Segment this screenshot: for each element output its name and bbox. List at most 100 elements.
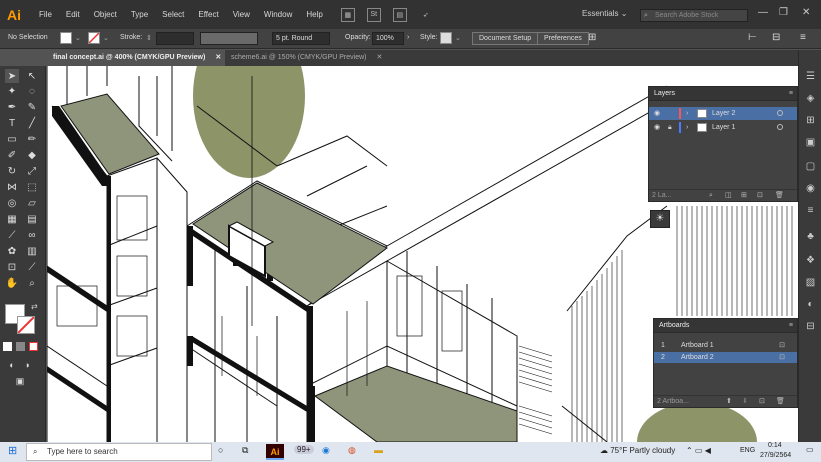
system-tray-icons[interactable]: ⌃ ▭ ◀ [686, 446, 711, 455]
move-up-icon[interactable]: ⬆ [726, 396, 732, 408]
transform-dock-icon[interactable]: ▢ [804, 160, 817, 173]
expand-layer-icon[interactable]: › [686, 107, 688, 120]
artboard-name[interactable]: Artboard 2 [681, 352, 714, 363]
screen-mode-icon[interactable]: ▣ [13, 374, 27, 388]
panel-menu-icon[interactable]: ≡ [789, 319, 793, 333]
zoom-tool-icon[interactable]: ⌕ [25, 276, 39, 290]
rotate-tool-icon[interactable]: ↻ [5, 164, 19, 178]
create-layer-icon[interactable]: ⊡ [757, 190, 763, 202]
arrange-documents-icon[interactable]: ▤ [392, 7, 407, 22]
preferences-button[interactable]: Preferences [537, 32, 589, 45]
search-adobe-stock[interactable]: ⌕ Search Adobe Stock [640, 9, 748, 22]
artboard-row-1[interactable]: 1 Artboard 1 ⊡ [654, 340, 797, 351]
hand-tool-icon[interactable]: ✋ [5, 276, 19, 290]
graphic-styles-icon[interactable]: ▧ [804, 276, 817, 289]
cortana-icon[interactable]: ○ [218, 445, 223, 455]
lasso-icon[interactable]: ◌ [25, 84, 39, 98]
layer-row-layer-1[interactable]: ◉ 🔒︎ › Layer 1 [649, 121, 797, 134]
clock-time[interactable]: 0:14 [768, 442, 782, 449]
tab-final-concept[interactable]: final concept.ai @ 400% (CMYK/GPU Previe… [47, 50, 225, 66]
stroke-color-box[interactable] [17, 316, 35, 334]
close-tab-icon[interactable]: ✕ [215, 54, 221, 61]
gradient-mode-icon[interactable] [16, 342, 25, 351]
stroke-dropdown-icon[interactable]: ⌄ [103, 34, 109, 42]
bridge-icon[interactable]: ▦ [340, 7, 355, 22]
visibility-eye-icon[interactable]: ◉ [654, 107, 660, 120]
color-mode-icon[interactable] [3, 342, 12, 351]
eraser-icon[interactable]: ◆ [25, 148, 39, 162]
tab-scheme6[interactable]: scheme6.ai @ 150% (CMYK/GPU Preview) ✕ [225, 50, 387, 66]
line-tool-icon[interactable]: ╱ [25, 116, 39, 130]
symbol-sprayer-icon[interactable]: ✿ [5, 244, 19, 258]
illustrator-taskbar-icon[interactable]: Ai [266, 444, 284, 460]
free-transform-icon[interactable]: ⬚ [25, 180, 39, 194]
brightness-icon[interactable]: ☀ [650, 210, 670, 228]
notification-badge[interactable]: 99+ [294, 445, 314, 454]
menu-help[interactable]: Help [306, 10, 322, 19]
taskbar-search-box[interactable]: ⌕ Type here to search [26, 443, 212, 461]
language-indicator[interactable]: ENG [740, 447, 755, 454]
layer-name[interactable]: Layer 1 [712, 121, 735, 134]
lock-icon[interactable]: 🔒︎ [668, 121, 672, 134]
close-window-button[interactable]: ✕ [802, 7, 810, 18]
magic-wand-icon[interactable]: ✦ [5, 84, 19, 98]
fill-swatch[interactable] [60, 32, 72, 44]
align-dock-icon[interactable]: ⊟ [804, 320, 817, 333]
target-circle-icon[interactable] [777, 124, 783, 130]
visibility-eye-icon[interactable]: ◉ [654, 121, 660, 134]
menu-select[interactable]: Select [162, 10, 184, 19]
eyedropper-icon[interactable]: ⟋ [5, 228, 19, 242]
color-icon[interactable]: ◉ [804, 182, 817, 195]
stroke-weight-field[interactable] [156, 32, 194, 45]
gpu-performance-icon[interactable]: ➶ [419, 8, 433, 22]
artboard-row-2[interactable]: 2 Artboard 2 ⊡ [654, 352, 797, 363]
arrange-icon[interactable]: ⊞ [588, 32, 596, 43]
stock-icon[interactable]: St [366, 7, 381, 22]
document-setup-button[interactable]: Document Setup [472, 32, 539, 45]
restore-button[interactable]: ❐ [779, 7, 788, 18]
draw-normal-icon[interactable]: ◐ [5, 358, 19, 372]
menu-effect[interactable]: Effect [198, 10, 218, 19]
stroke-swatch[interactable] [88, 32, 100, 44]
perspective-grid-icon[interactable]: ▱ [25, 196, 39, 210]
clock-date[interactable]: 27/9/2564 [760, 452, 791, 459]
artboard-options-icon[interactable]: ⊡ [779, 352, 785, 363]
task-view-icon[interactable]: ⧉ [242, 445, 248, 456]
move-down-icon[interactable]: ⬇ [742, 396, 748, 408]
curvature-tool-icon[interactable]: ✎ [25, 100, 39, 114]
stroke-dock-icon[interactable]: ≡ [804, 204, 817, 217]
artboard-name[interactable]: Artboard 1 [681, 340, 714, 351]
minimize-button[interactable]: — [758, 7, 768, 18]
fill-dropdown-icon[interactable]: ⌄ [75, 34, 81, 42]
graphic-style-swatch[interactable] [440, 32, 452, 44]
paintbrush-icon[interactable]: ✏ [25, 132, 39, 146]
direct-selection-tool-icon[interactable]: ↖ [25, 69, 39, 83]
shape-builder-icon[interactable]: ◎ [5, 196, 19, 210]
locate-object-icon[interactable]: ⌕ [709, 190, 713, 202]
menu-window[interactable]: Window [264, 10, 292, 19]
mesh-tool-icon[interactable]: ▦ [5, 212, 19, 226]
weather-widget[interactable]: ☁ 75°F Partly cloudy [600, 446, 675, 455]
stroke-stepper-icon[interactable]: ⇕ [146, 34, 152, 42]
brushes-icon[interactable]: ♣ [804, 230, 817, 243]
variable-width-profile[interactable] [200, 32, 258, 45]
artboard-options-icon[interactable]: ⊡ [779, 340, 785, 351]
transform-icon[interactable]: ⊟ [772, 32, 780, 43]
artboards-dock-icon[interactable]: ⊞ [804, 114, 817, 127]
layer-name[interactable]: Layer 2 [712, 107, 735, 120]
edge-icon[interactable]: ◉ [322, 445, 330, 456]
panel-menu-icon[interactable]: ≡ [789, 87, 793, 101]
expand-layer-icon[interactable]: › [686, 121, 688, 134]
close-tab-icon[interactable]: ✕ [376, 54, 382, 61]
draw-inside-icon[interactable]: ◑ [20, 358, 34, 372]
artboard-tool-icon[interactable]: ⊡ [5, 260, 19, 274]
pen-tool-icon[interactable]: ✒ [5, 100, 19, 114]
workspace-switcher[interactable]: Essentials ⌄ [582, 9, 627, 18]
align-icon[interactable]: ⊢ [748, 32, 757, 43]
selection-tool-icon[interactable]: ➤ [5, 69, 19, 83]
delete-artboard-icon[interactable]: 🗑︎ [776, 396, 785, 408]
illustrator-logo[interactable]: Ai [3, 4, 25, 26]
slice-tool-icon[interactable]: ⟋ [25, 260, 39, 274]
delete-layer-icon[interactable]: 🗑︎ [775, 190, 784, 202]
target-circle-icon[interactable] [777, 110, 783, 116]
